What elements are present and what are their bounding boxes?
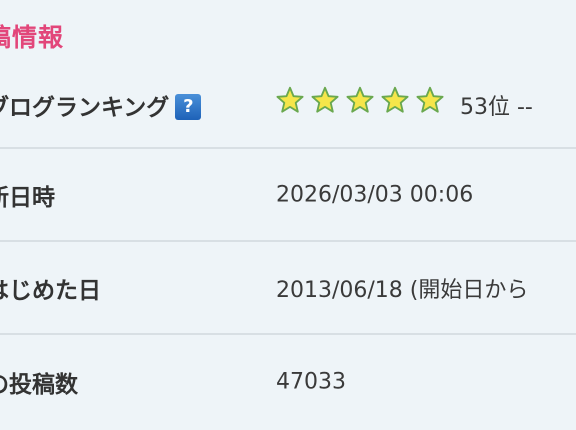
- row-updated-at: 新日時 2026/03/03 00:06: [0, 149, 576, 242]
- row-label-blog-ranking: ブログランキング?: [0, 88, 202, 122]
- start-date-value: 2013/06/18 (開始日から: [276, 277, 529, 303]
- help-icon[interactable]: ?: [175, 93, 202, 120]
- star-icon: [381, 86, 409, 113]
- star-icon: [311, 86, 339, 113]
- blog-ranking-label: ブログランキング: [0, 95, 170, 121]
- star-icon: [416, 86, 444, 113]
- updated-at-label: 新日時: [0, 184, 55, 211]
- updated-at-value: 2026/03/03 00:06: [276, 182, 474, 207]
- info-table: ブログランキング? 53位 -- 新日時 2026/03/03 00:06 はじ…: [0, 63, 576, 428]
- post-count-value: 47033: [276, 369, 346, 394]
- post-count-label: の投稿数: [0, 371, 78, 398]
- star-rating: [276, 86, 444, 120]
- star-icon: [346, 86, 374, 113]
- start-date-label: はじめた日: [0, 277, 101, 304]
- section-title: 稿情報: [0, 23, 65, 52]
- star-icon: [276, 86, 304, 113]
- row-post-count: の投稿数 47033: [0, 335, 576, 428]
- row-start-date: はじめた日 2013/06/18 (開始日から: [0, 242, 576, 335]
- ranking-value: 53位 --: [460, 95, 533, 120]
- row-blog-ranking: ブログランキング? 53位 --: [0, 63, 576, 149]
- row-value-blog-ranking: 53位 --: [276, 86, 533, 122]
